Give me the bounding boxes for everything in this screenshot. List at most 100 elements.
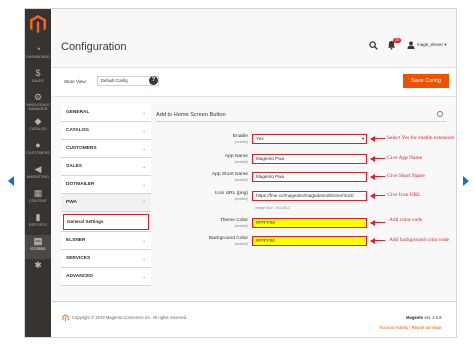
notification-count-badge: 25: [393, 38, 401, 43]
tab-elsner[interactable]: ELSNER ⌄: [61, 232, 151, 250]
general-settings-label: General Settings: [63, 214, 149, 230]
page-title: Configuration: [61, 41, 127, 53]
sidebar-item-extensions[interactable]: ✱: [25, 259, 51, 283]
copyright-text: Copyright © 2019 Magento Commerce Inc. A…: [72, 315, 188, 320]
sidebar-item-stores[interactable]: ▤ Stores: [25, 235, 51, 259]
person-icon: ●: [35, 140, 41, 150]
theme-color-input[interactable]: #FFFF00: [252, 218, 367, 228]
icon-url-input[interactable]: https://fme.co/magedev/magedemo/Elsner/m…: [252, 191, 367, 201]
sidebar-item-label: Reports: [28, 223, 47, 227]
section-title[interactable]: Add to Home Screen Button: [156, 112, 226, 118]
tab-customers[interactable]: CUSTOMERS ⌄: [61, 140, 151, 158]
config-tabs: GENERAL ⌄ CATALOG ⌄ CUSTOMERS ⌄ SALES ⌄ DOTM…: [61, 104, 151, 286]
magento-logo-icon: [62, 314, 69, 322]
tab-sales[interactable]: SALES ⌄: [61, 158, 151, 176]
annotation-arrow: [370, 135, 385, 142]
tab-catalog[interactable]: CATALOG ⌄: [61, 122, 151, 140]
tab-advanced[interactable]: ADVANCED ⌄: [61, 268, 151, 286]
icon-size-note: Image Size : 512x512: [255, 206, 290, 210]
annotation-app-name: Give App Name: [387, 155, 423, 161]
enable-select[interactable]: Yes ▾: [252, 134, 367, 144]
tab-general[interactable]: GENERAL ⌄: [61, 104, 151, 122]
sidebar-item-reports[interactable]: ▮ Reports: [25, 211, 51, 235]
icon-url-scope: [website]: [234, 197, 248, 201]
background-color-label: Background Color: [208, 236, 248, 241]
annotation-arrow: [370, 192, 385, 199]
chevron-down-icon: ▾: [361, 136, 364, 141]
section-divider: [156, 121, 446, 122]
annotation-icon-url: Give Icon URL: [387, 192, 421, 198]
account-activity-link[interactable]: Account Activity: [379, 325, 408, 330]
chevron-up-icon: ⌃: [142, 200, 146, 205]
tab-dotmailer[interactable]: DOTMAILER ⌄: [61, 176, 151, 194]
user-icon[interactable]: [407, 41, 415, 49]
sidebar-item-label: Sales: [31, 79, 45, 83]
save-config-button[interactable]: Save Config: [403, 74, 449, 88]
next-page-arrow[interactable]: [463, 176, 469, 186]
tab-services[interactable]: SERVICES ⌄: [61, 250, 151, 268]
layout-icon: ▦: [33, 188, 43, 198]
chevron-down-icon: ⌄: [142, 182, 146, 187]
annotation-background-color: Add background color code: [389, 237, 450, 243]
annotation-enable: Select Yes for enable extension: [387, 135, 455, 141]
magento-logo-icon[interactable]: [29, 14, 47, 34]
cube-icon: ◆: [34, 116, 42, 126]
chevron-down-icon: ⌄: [142, 274, 146, 279]
sidebar-item-content[interactable]: ▦ Content: [25, 187, 51, 211]
sidebar-item-label: Dashboard: [26, 55, 50, 59]
sidebar-item-dashboard[interactable]: ◔ Dashboard: [25, 43, 51, 67]
sidebar-item-marketing[interactable]: ◀ Marketing: [25, 163, 51, 187]
store-view-label: Store View:: [64, 79, 87, 84]
sidebar-item-label: Marketing: [26, 175, 50, 179]
collapse-icon[interactable]: [437, 111, 443, 117]
version-text: Magento ver. 2.2.6: [406, 315, 442, 320]
tab-general-settings[interactable]: General Settings: [61, 212, 151, 232]
gear-icon: ⚙: [33, 92, 43, 102]
annotation-arrow: [370, 155, 385, 162]
chevron-down-icon: ⌄: [142, 146, 146, 151]
app-name-input[interactable]: Magento Pwa: [252, 154, 367, 164]
footer-separator: |: [409, 325, 411, 330]
app-short-name-label: App Short Name: [211, 172, 248, 177]
theme-color-scope: [website]: [234, 224, 248, 228]
background-color-input[interactable]: #FFFF00: [252, 236, 367, 246]
report-issue-link[interactable]: Report an Issue: [412, 325, 442, 330]
app-name-label: App Name: [224, 154, 248, 159]
search-icon[interactable]: [369, 41, 378, 50]
app-short-name-input[interactable]: Magento Pwa: [252, 172, 367, 182]
footer-links: Account Activity | Report an Issue: [379, 325, 441, 330]
sidebar-item-catalog[interactable]: ◆ Catalog: [25, 115, 51, 139]
sidebar-item-label: Stores: [30, 247, 46, 251]
store-icon: ▤: [33, 236, 43, 246]
bar-chart-icon: ▮: [35, 212, 41, 222]
extensions-icon: ✱: [34, 260, 42, 270]
dollar-icon: $: [35, 68, 41, 78]
app-name-scope: [website]: [234, 160, 248, 164]
theme-color-label: Theme Color: [219, 218, 248, 223]
admin-window: Configuration 25 mage_elsner ▾ Store Vie…: [24, 8, 457, 338]
chevron-down-icon: ⌄: [142, 128, 146, 133]
chevron-down-icon: ⌄: [142, 110, 146, 115]
megaphone-icon: ◀: [34, 164, 42, 174]
sidebar-item-label: Content: [28, 199, 48, 203]
icon-url-label: Icon URL (png): [215, 191, 248, 196]
store-view-value: Default Config: [101, 78, 128, 83]
sidebar-item-label: Customers: [26, 151, 50, 155]
sidebar-item-sales[interactable]: $ Sales: [25, 67, 51, 91]
chevron-down-icon: ⌄: [142, 164, 146, 169]
previous-page-arrow[interactable]: [8, 176, 14, 186]
sidebar-item-customers[interactable]: ● Customers: [25, 139, 51, 163]
sidebar-item-wholesale-manager[interactable]: ⚙ Wholesale Manager: [25, 91, 51, 115]
annotation-arrow: [370, 173, 385, 180]
enable-value: Yes: [256, 136, 264, 141]
user-account-menu[interactable]: mage_elsner ▾: [417, 42, 447, 48]
sidebar-item-label: Wholesale Manager: [26, 103, 50, 111]
annotation-arrow: [370, 219, 385, 226]
help-icon[interactable]: ?: [149, 76, 158, 85]
sidebar-item-label: Catalog: [29, 127, 47, 131]
annotation-app-short-name: Give Short Name: [387, 173, 425, 179]
tab-pwa[interactable]: PWA ⌃: [61, 194, 151, 212]
enable-scope: [website]: [234, 140, 248, 144]
chevron-down-icon: ⌄: [142, 238, 146, 243]
chevron-down-icon: ⌄: [142, 256, 146, 261]
